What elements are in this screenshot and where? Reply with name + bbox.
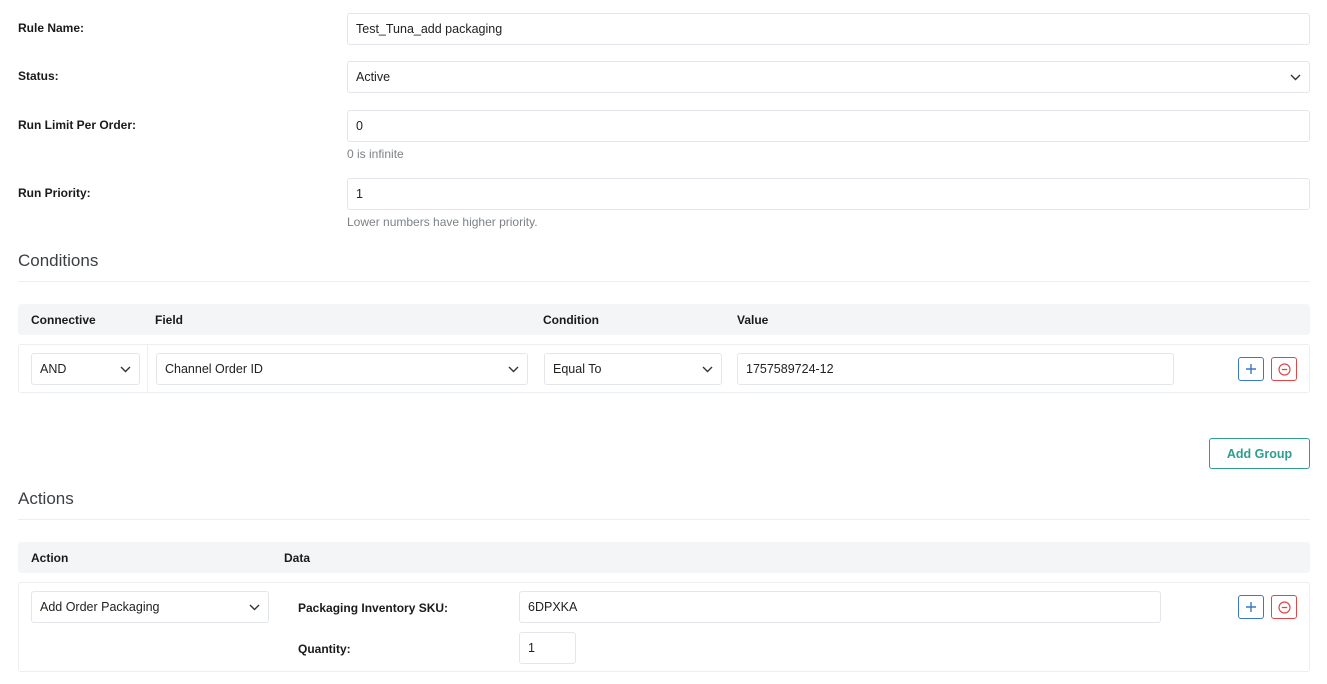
field-select[interactable]: Channel Order ID bbox=[156, 353, 528, 385]
run-priority-value: 1 bbox=[356, 187, 363, 201]
rule-name-label: Rule Name: bbox=[18, 21, 85, 35]
action-select[interactable]: Add Order Packaging bbox=[31, 591, 269, 623]
quantity-value: 1 bbox=[528, 641, 535, 655]
run-limit-label: Run Limit Per Order: bbox=[18, 118, 137, 132]
header-connective: Connective bbox=[31, 313, 96, 327]
header-action: Action bbox=[31, 551, 69, 565]
condition-select[interactable]: Equal To bbox=[544, 353, 722, 385]
packaging-sku-input[interactable]: 6DPXKA bbox=[519, 591, 1161, 623]
conditions-divider bbox=[18, 281, 1310, 282]
chevron-down-icon bbox=[1289, 71, 1301, 83]
run-limit-input[interactable]: 0 bbox=[347, 110, 1310, 142]
header-field: Field bbox=[155, 313, 184, 327]
conditions-table-header: Connective Field Condition Value bbox=[18, 304, 1310, 335]
conditions-title: Conditions bbox=[18, 251, 99, 270]
add-group-button[interactable]: Add Group bbox=[1209, 438, 1310, 469]
actions-title: Actions bbox=[18, 489, 74, 508]
chevron-down-icon bbox=[701, 363, 713, 375]
status-value: Active bbox=[356, 70, 391, 84]
header-data: Data bbox=[284, 551, 311, 565]
header-value: Value bbox=[737, 313, 769, 327]
condition-value-text: 1757589724-12 bbox=[746, 362, 834, 376]
condition-value: Equal To bbox=[553, 362, 602, 376]
header-condition: Condition bbox=[543, 313, 599, 327]
connective-select[interactable]: AND bbox=[31, 353, 140, 385]
remove-condition-button[interactable] bbox=[1271, 357, 1297, 381]
status-select[interactable]: Active bbox=[347, 61, 1310, 93]
rule-name-input[interactable]: Test_Tuna_add packaging bbox=[347, 13, 1310, 45]
quantity-label: Quantity: bbox=[298, 642, 351, 656]
chevron-down-icon bbox=[248, 601, 260, 613]
column-divider bbox=[147, 345, 148, 392]
packaging-sku-label: Packaging Inventory SKU: bbox=[298, 601, 449, 615]
run-priority-input[interactable]: 1 bbox=[347, 178, 1310, 210]
condition-row: AND Channel Order ID Equal To 1757589724… bbox=[18, 344, 1310, 393]
status-label: Status: bbox=[18, 69, 59, 83]
plus-icon bbox=[1246, 364, 1256, 374]
run-priority-label: Run Priority: bbox=[18, 186, 91, 200]
field-value: Channel Order ID bbox=[165, 362, 263, 376]
minus-circle-icon bbox=[1277, 600, 1291, 614]
plus-icon bbox=[1246, 602, 1256, 612]
run-priority-help: Lower numbers have higher priority. bbox=[347, 215, 538, 229]
add-action-button[interactable] bbox=[1238, 595, 1264, 619]
minus-circle-icon bbox=[1277, 362, 1291, 376]
connective-value: AND bbox=[40, 362, 67, 376]
packaging-sku-value: 6DPXKA bbox=[528, 600, 578, 614]
chevron-down-icon bbox=[507, 363, 519, 375]
action-row: Add Order Packaging Packaging Inventory … bbox=[18, 582, 1310, 672]
actions-table-header: Action Data bbox=[18, 542, 1310, 573]
quantity-input[interactable]: 1 bbox=[519, 632, 576, 664]
chevron-down-icon bbox=[119, 363, 131, 375]
remove-action-button[interactable] bbox=[1271, 595, 1297, 619]
actions-divider bbox=[18, 519, 1310, 520]
run-limit-help: 0 is infinite bbox=[347, 147, 404, 161]
run-limit-value: 0 bbox=[356, 119, 363, 133]
condition-value-input[interactable]: 1757589724-12 bbox=[737, 353, 1174, 385]
action-value: Add Order Packaging bbox=[40, 600, 160, 614]
add-condition-button[interactable] bbox=[1238, 357, 1264, 381]
rule-name-value: Test_Tuna_add packaging bbox=[356, 22, 503, 36]
